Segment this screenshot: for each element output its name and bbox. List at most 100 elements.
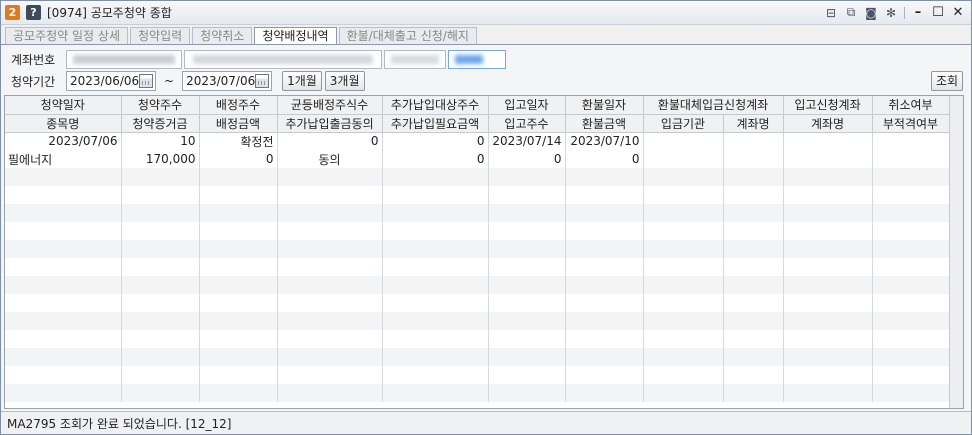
- empty-cell: [643, 276, 724, 294]
- table-cell[interactable]: 2023/07/14: [488, 132, 566, 150]
- gear-icon[interactable]: ✻: [884, 6, 898, 20]
- minimize-icon[interactable]: –: [911, 5, 925, 20]
- empty-cell: [5, 384, 122, 402]
- empty-cell: [488, 258, 566, 276]
- period-row: 청약기간 2023/06/06 ~ 2023/07/06 1개월 3개월: [11, 71, 365, 91]
- calendar-icon[interactable]: [139, 74, 153, 88]
- password-field[interactable]: [448, 49, 506, 69]
- empty-cell: [382, 258, 489, 276]
- vertical-scrollbar[interactable]: [949, 96, 963, 408]
- col-header[interactable]: 추가납입출금동의: [277, 114, 383, 133]
- empty-cell: [277, 312, 383, 330]
- empty-cell: [382, 276, 489, 294]
- close-icon[interactable]: ✕: [951, 5, 965, 20]
- tab-subscription-cancel[interactable]: 청약취소: [192, 27, 253, 44]
- table-cell[interactable]: 0: [565, 150, 644, 168]
- table-row[interactable]: 필에너지 170,000 0 동의 0 0 0: [5, 150, 950, 168]
- col-header[interactable]: 추가납입필요금액: [382, 114, 489, 133]
- col-header[interactable]: 계좌명: [783, 114, 873, 133]
- empty-cell: [872, 366, 950, 384]
- table-cell[interactable]: 0: [488, 150, 566, 168]
- allocation-grid[interactable]: 청약일자 청약주수 배정주수 균등배정주식수 추가납입대상주수 입고일자 환불일…: [4, 95, 964, 409]
- empty-cell: [488, 366, 566, 384]
- search-button[interactable]: 조회: [931, 71, 964, 91]
- table-cell[interactable]: [723, 150, 784, 168]
- col-header[interactable]: 계좌명: [723, 114, 784, 133]
- table-cell[interactable]: 0: [382, 132, 489, 150]
- empty-cell: [783, 240, 873, 258]
- table-cell[interactable]: 확정전: [199, 132, 278, 150]
- table-cell[interactable]: 2023/07/06: [5, 132, 122, 150]
- empty-cell: [199, 312, 278, 330]
- col-header[interactable]: 환불금액: [565, 114, 644, 133]
- col-header[interactable]: 균등배정주식수: [277, 96, 383, 115]
- empty-row: [5, 222, 950, 240]
- tab-subscription-entry[interactable]: 청약입력: [130, 27, 191, 44]
- table-cell[interactable]: [872, 150, 950, 168]
- empty-cell: [565, 186, 644, 204]
- table-cell[interactable]: 0: [277, 132, 383, 150]
- empty-cell: [277, 384, 383, 402]
- account-select[interactable]: [184, 49, 382, 69]
- col-header[interactable]: 환불대체입금신청계좌: [643, 96, 784, 115]
- account-number-field[interactable]: [66, 49, 182, 69]
- col-header[interactable]: 청약일자: [5, 96, 122, 115]
- empty-cell: [565, 240, 644, 258]
- col-header[interactable]: 배정주수: [199, 96, 278, 115]
- empty-cell: [382, 222, 489, 240]
- table-cell[interactable]: 10: [121, 132, 200, 150]
- empty-cell: [382, 168, 489, 186]
- table-cell[interactable]: 0: [382, 150, 489, 168]
- col-header[interactable]: 추가납입대상주수: [382, 96, 489, 115]
- col-header[interactable]: 입고일자: [488, 96, 566, 115]
- camera-icon[interactable]: ◙: [864, 6, 878, 20]
- table-row[interactable]: 2023/07/06 10 확정전 0 0 2023/07/14 2023/07…: [5, 132, 950, 150]
- table-cell[interactable]: [643, 132, 724, 150]
- empty-cell: [382, 384, 489, 402]
- table-cell[interactable]: 170,000: [121, 150, 200, 168]
- empty-cell: [565, 258, 644, 276]
- empty-cell: [872, 312, 950, 330]
- empty-cell: [277, 366, 383, 384]
- copy-window-icon[interactable]: ⧉: [844, 5, 858, 20]
- table-cell[interactable]: [643, 150, 724, 168]
- empty-cell: [121, 240, 200, 258]
- three-month-button[interactable]: 3개월: [324, 71, 365, 91]
- table-cell[interactable]: 동의: [277, 150, 383, 168]
- col-header[interactable]: 입금기관: [643, 114, 724, 133]
- col-header[interactable]: 입고주수: [488, 114, 566, 133]
- maximize-icon[interactable]: ☐: [931, 5, 945, 20]
- table-cell[interactable]: [783, 150, 873, 168]
- one-month-button[interactable]: 1개월: [282, 71, 322, 91]
- help-icon[interactable]: ?: [26, 5, 41, 20]
- col-header[interactable]: 종목명: [5, 114, 122, 133]
- table-cell[interactable]: 필에너지: [5, 150, 122, 168]
- col-header[interactable]: 청약주수: [121, 96, 200, 115]
- col-header[interactable]: 취소여부: [872, 96, 950, 115]
- calendar-icon[interactable]: [255, 74, 270, 88]
- screen-number-badge[interactable]: 2: [5, 5, 20, 20]
- empty-cell: [723, 222, 784, 240]
- tab-ipo-schedule[interactable]: 공모주청약 일정 상세: [5, 27, 128, 44]
- empty-cell: [783, 312, 873, 330]
- date-from-field[interactable]: 2023/06/06: [66, 71, 156, 91]
- grid-body: 2023/07/06 10 확정전 0 0 2023/07/14 2023/07…: [5, 132, 950, 402]
- col-header[interactable]: 입고신청계좌: [783, 96, 873, 115]
- table-cell[interactable]: [723, 132, 784, 150]
- table-cell[interactable]: [872, 132, 950, 150]
- empty-row: [5, 366, 950, 384]
- table-cell[interactable]: 2023/07/10: [565, 132, 644, 150]
- col-header[interactable]: 배정금액: [199, 114, 278, 133]
- tab-allocation-history[interactable]: 청약배정내역: [254, 27, 337, 45]
- link-icon[interactable]: ⊟: [824, 6, 838, 20]
- table-cell[interactable]: 0: [199, 150, 278, 168]
- table-cell[interactable]: [783, 132, 873, 150]
- col-header[interactable]: 환불일자: [565, 96, 644, 115]
- tab-refund-transfer[interactable]: 환불/대체출고 신청/해지: [338, 27, 477, 44]
- col-header[interactable]: 청약증거금: [121, 114, 200, 133]
- col-header[interactable]: 부적격여부: [872, 114, 950, 133]
- empty-cell: [382, 240, 489, 258]
- date-to-field[interactable]: 2023/07/06: [182, 71, 273, 91]
- account-name-field[interactable]: [384, 49, 446, 69]
- empty-cell: [277, 240, 383, 258]
